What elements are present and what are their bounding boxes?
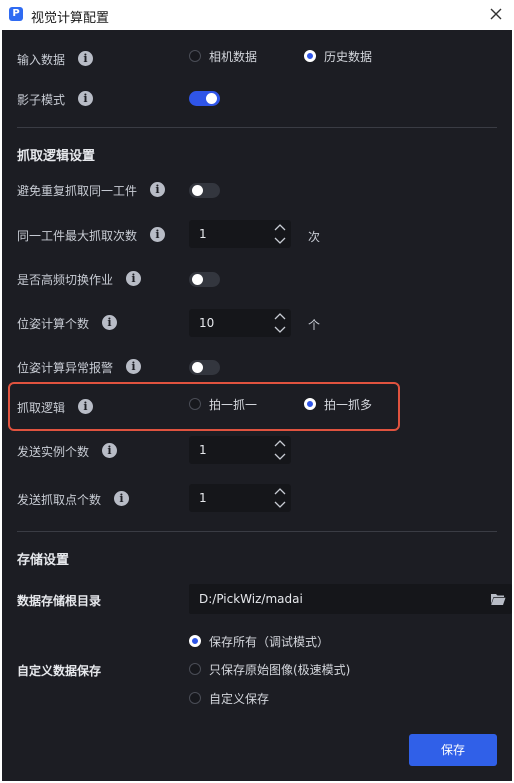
close-button[interactable]	[486, 4, 506, 24]
send-instances-stepper[interactable]: 1	[189, 436, 291, 464]
storage-root-input[interactable]: D:/PickWiz/madai	[189, 584, 512, 614]
info-icon[interactable]: i	[126, 271, 141, 286]
avoid-repeat-toggle[interactable]	[189, 183, 220, 198]
radio-dot	[189, 692, 201, 704]
custom-save-label: 自定义数据保存	[17, 664, 102, 678]
pose-alarm-row: 位姿计算异常报警 i	[2, 355, 512, 379]
pose-alarm-label: 位姿计算异常报警	[17, 361, 114, 375]
stepper-arrows-icon[interactable]	[273, 222, 287, 246]
max-grab-label: 同一工件最大抓取次数	[17, 229, 138, 243]
folder-icon[interactable]	[490, 592, 506, 606]
shadow-mode-row: 影子模式 i	[2, 87, 512, 111]
input-data-row: 输入数据 i 相机数据 历史数据	[2, 47, 512, 71]
stepper-value: 10	[199, 316, 215, 330]
frequent-switch-label: 是否高频切换作业	[17, 273, 114, 287]
send-instances-label: 发送实例个数	[17, 445, 90, 459]
avoid-repeat-row: 避免重复抓取同一工件 i	[2, 178, 512, 202]
radio-label: 拍一抓多	[324, 398, 373, 412]
shadow-mode-toggle[interactable]	[189, 91, 220, 106]
pose-count-stepper[interactable]: 10	[189, 309, 291, 337]
stepper-arrows-icon[interactable]	[273, 486, 287, 510]
storage-section-title: 存储设置	[17, 553, 70, 568]
radio-label: 保存所有（调试模式）	[209, 635, 330, 649]
radio-one-shot-multi-grab[interactable]: 拍一抓多	[304, 395, 394, 415]
info-icon[interactable]: i	[78, 91, 93, 106]
radio-save-all[interactable]: 保存所有（调试模式）	[189, 632, 349, 652]
divider	[17, 531, 497, 532]
close-icon	[490, 8, 502, 20]
avoid-repeat-label: 避免重复抓取同一工件	[17, 184, 138, 198]
max-grab-unit: 次	[308, 230, 321, 244]
radio-dot	[189, 663, 201, 675]
stepper-value: 1	[199, 443, 207, 457]
radio-dot-selected	[189, 635, 201, 647]
radio-camera-data[interactable]: 相机数据	[189, 47, 279, 67]
toggle-knob	[192, 274, 203, 285]
storage-root-label: 数据存储根目录	[17, 594, 102, 608]
info-icon[interactable]: i	[114, 491, 129, 506]
stepper-value: 1	[199, 491, 207, 505]
toggle-knob	[192, 362, 203, 373]
divider	[17, 127, 497, 128]
stepper-arrows-icon[interactable]	[273, 438, 287, 462]
radio-dot-selected	[304, 398, 316, 410]
input-data-label: 输入数据	[17, 53, 66, 67]
info-icon[interactable]: i	[126, 359, 141, 374]
grab-logic-section-title: 抓取逻辑设置	[17, 149, 96, 164]
stepper-value: 1	[199, 227, 207, 241]
frequent-switch-row: 是否高频切换作业 i	[2, 267, 512, 291]
toggle-knob	[192, 185, 203, 196]
save-button[interactable]: 保存	[409, 734, 497, 766]
window-title: 视觉计算配置	[31, 11, 110, 26]
title-bar: P 视觉计算配置	[0, 0, 514, 30]
max-grab-stepper[interactable]: 1	[189, 220, 291, 248]
radio-label: 只保存原始图像(极速模式)	[209, 663, 351, 677]
pose-count-unit: 个	[308, 318, 321, 332]
radio-save-raw-only[interactable]: 只保存原始图像(极速模式)	[189, 660, 369, 680]
info-icon[interactable]: i	[78, 51, 93, 66]
shadow-mode-label: 影子模式	[17, 93, 66, 107]
info-icon[interactable]: i	[150, 182, 165, 197]
radio-history-data[interactable]: 历史数据	[304, 47, 394, 67]
send-points-label: 发送抓取点个数	[17, 493, 102, 507]
app-logo-icon: P	[9, 7, 23, 21]
radio-label: 自定义保存	[209, 692, 270, 706]
radio-dot	[189, 50, 201, 62]
grab-logic-row: 抓取逻辑 i 拍一抓一 拍一抓多	[2, 395, 512, 419]
send-points-stepper[interactable]: 1	[189, 484, 291, 512]
radio-custom-save[interactable]: 自定义保存	[189, 689, 299, 709]
radio-label: 历史数据	[324, 50, 373, 64]
radio-dot-selected	[304, 50, 316, 62]
radio-label: 相机数据	[209, 50, 258, 64]
pose-count-label: 位姿计算个数	[17, 317, 90, 331]
info-icon[interactable]: i	[102, 443, 117, 458]
radio-dot	[189, 398, 201, 410]
info-icon[interactable]: i	[150, 227, 165, 242]
radio-label: 拍一抓一	[209, 398, 258, 412]
pose-alarm-toggle[interactable]	[189, 360, 220, 375]
settings-panel: 输入数据 i 相机数据 历史数据 影子模式 i 抓取逻辑设置 避免重复抓取同一工…	[2, 30, 512, 781]
stepper-arrows-icon[interactable]	[273, 311, 287, 335]
storage-root-value: D:/PickWiz/madai	[199, 592, 303, 606]
frequent-switch-toggle[interactable]	[189, 272, 220, 287]
info-icon[interactable]: i	[102, 315, 117, 330]
toggle-knob	[206, 93, 217, 104]
radio-one-shot-one-grab[interactable]: 拍一抓一	[189, 395, 279, 415]
grab-logic-label: 抓取逻辑	[17, 401, 66, 415]
info-icon[interactable]: i	[78, 399, 93, 414]
